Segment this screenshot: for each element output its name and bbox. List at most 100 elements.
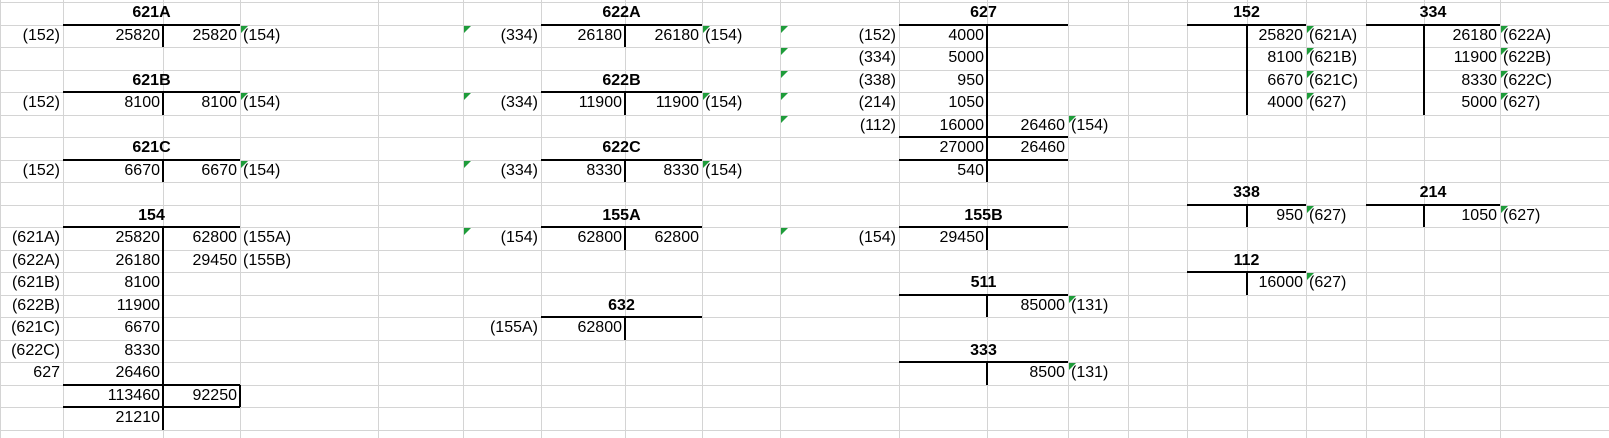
account-title[interactable]: 154 <box>63 205 240 227</box>
debit-reference[interactable]: (214) <box>780 92 899 114</box>
total-debit[interactable]: 113460 <box>63 385 163 407</box>
debit-reference[interactable]: (152) <box>0 25 63 47</box>
credit-reference[interactable]: (627) <box>1306 272 1366 294</box>
debit-reference[interactable]: (112) <box>780 115 899 137</box>
account-title[interactable]: 155A <box>541 205 702 227</box>
debit-reference[interactable]: (334) <box>780 47 899 69</box>
account-title[interactable]: 622C <box>541 137 702 159</box>
account-title[interactable]: 334 <box>1366 2 1500 24</box>
debit-amount[interactable]: 8330 <box>63 340 163 362</box>
debit-reference[interactable]: (621C) <box>0 317 63 339</box>
debit-reference[interactable]: (334) <box>463 160 541 182</box>
debit-reference[interactable]: (622A) <box>0 250 63 272</box>
debit-reference[interactable]: (622B) <box>0 295 63 317</box>
credit-amount[interactable]: 62800 <box>625 227 702 249</box>
credit-reference[interactable]: (627) <box>1306 92 1366 114</box>
debit-amount[interactable]: 26180 <box>63 250 163 272</box>
debit-amount[interactable]: 25820 <box>63 227 163 249</box>
credit-amount[interactable]: 8500 <box>987 362 1068 384</box>
debit-reference[interactable]: 627 <box>0 362 63 384</box>
credit-amount[interactable]: 6670 <box>163 160 240 182</box>
credit-reference[interactable]: (627) <box>1500 205 1609 227</box>
account-title[interactable]: 632 <box>541 295 702 317</box>
account-title[interactable]: 621B <box>63 70 240 92</box>
debit-amount[interactable]: 11900 <box>541 92 625 114</box>
credit-amount[interactable]: 62800 <box>163 227 240 249</box>
debit-amount[interactable]: 6670 <box>63 160 163 182</box>
credit-reference[interactable]: (154) <box>240 92 378 114</box>
credit-reference[interactable]: (131) <box>1068 295 1128 317</box>
spreadsheet-grid[interactable]: 621A (152) 25820 25820 (154) 621B (152) 8100 810… <box>0 0 1609 438</box>
credit-reference[interactable]: (622C) <box>1500 70 1609 92</box>
total-credit[interactable]: 26460 <box>987 137 1068 159</box>
account-title[interactable]: 621A <box>63 2 240 24</box>
debit-reference[interactable]: (622C) <box>0 340 63 362</box>
credit-amount[interactable]: 26180 <box>1424 25 1500 47</box>
credit-reference[interactable]: (627) <box>1306 205 1366 227</box>
debit-reference[interactable]: (154) <box>463 227 541 249</box>
debit-amount[interactable]: 8100 <box>63 92 163 114</box>
credit-reference[interactable]: (154) <box>240 25 378 47</box>
credit-reference[interactable]: (154) <box>702 160 780 182</box>
account-title[interactable]: 155B <box>899 205 1068 227</box>
credit-reference[interactable]: (154) <box>1068 115 1128 137</box>
credit-reference[interactable]: (621B) <box>1306 47 1366 69</box>
account-title[interactable]: 621C <box>63 137 240 159</box>
debit-amount[interactable]: 16000 <box>899 115 987 137</box>
credit-amount[interactable]: 1050 <box>1424 205 1500 227</box>
account-title[interactable]: 152 <box>1187 2 1306 24</box>
credit-amount[interactable]: 26180 <box>625 25 702 47</box>
credit-reference[interactable]: (621A) <box>1306 25 1366 47</box>
credit-reference[interactable]: (131) <box>1068 362 1128 384</box>
debit-amount[interactable]: 1050 <box>899 92 987 114</box>
debit-reference[interactable]: (152) <box>780 25 899 47</box>
credit-reference[interactable]: (154) <box>240 160 378 182</box>
credit-reference[interactable]: (621C) <box>1306 70 1366 92</box>
total-debit[interactable]: 27000 <box>899 137 987 159</box>
credit-reference[interactable]: (622A) <box>1500 25 1609 47</box>
debit-reference[interactable]: (338) <box>780 70 899 92</box>
credit-reference[interactable]: (154) <box>702 92 780 114</box>
debit-reference[interactable]: (152) <box>0 92 63 114</box>
credit-amount[interactable]: 8100 <box>163 92 240 114</box>
credit-amount[interactable]: 5000 <box>1424 92 1500 114</box>
credit-reference[interactable]: (622B) <box>1500 47 1609 69</box>
credit-reference[interactable]: (627) <box>1500 92 1609 114</box>
account-title[interactable]: 622A <box>541 2 702 24</box>
account-title[interactable]: 622B <box>541 70 702 92</box>
debit-amount[interactable]: 62800 <box>541 317 625 339</box>
debit-amount[interactable]: 25820 <box>63 25 163 47</box>
credit-amount[interactable]: 25820 <box>1247 25 1306 47</box>
debit-amount[interactable]: 29450 <box>899 227 987 249</box>
credit-amount[interactable]: 950 <box>1247 205 1306 227</box>
debit-amount[interactable]: 62800 <box>541 227 625 249</box>
debit-amount[interactable]: 11900 <box>63 295 163 317</box>
account-title[interactable]: 214 <box>1366 182 1500 204</box>
debit-reference[interactable]: (621B) <box>0 272 63 294</box>
debit-amount[interactable]: 950 <box>899 70 987 92</box>
debit-amount[interactable]: 5000 <box>899 47 987 69</box>
debit-amount[interactable]: 26460 <box>63 362 163 384</box>
debit-reference[interactable]: (155A) <box>463 317 541 339</box>
closing-balance[interactable]: 21210 <box>63 407 163 429</box>
debit-amount[interactable]: 6670 <box>63 317 163 339</box>
account-title[interactable]: 627 <box>899 2 1068 24</box>
credit-amount[interactable]: 26460 <box>987 115 1068 137</box>
credit-amount[interactable]: 25820 <box>163 25 240 47</box>
total-credit[interactable]: 92250 <box>163 385 240 407</box>
debit-reference[interactable]: (152) <box>0 160 63 182</box>
debit-reference[interactable]: (334) <box>463 25 541 47</box>
account-title[interactable]: 333 <box>899 340 1068 362</box>
credit-amount[interactable]: 8330 <box>625 160 702 182</box>
credit-amount[interactable]: 11900 <box>1424 47 1500 69</box>
account-title[interactable]: 511 <box>899 272 1068 294</box>
account-title[interactable]: 338 <box>1187 182 1306 204</box>
debit-reference[interactable]: (154) <box>780 227 899 249</box>
credit-amount[interactable]: 11900 <box>625 92 702 114</box>
closing-balance[interactable]: 540 <box>899 160 987 182</box>
credit-amount[interactable]: 6670 <box>1247 70 1306 92</box>
credit-amount[interactable]: 16000 <box>1247 272 1306 294</box>
credit-reference[interactable]: (155B) <box>240 250 378 272</box>
debit-reference[interactable]: (621A) <box>0 227 63 249</box>
credit-amount[interactable]: 8100 <box>1247 47 1306 69</box>
